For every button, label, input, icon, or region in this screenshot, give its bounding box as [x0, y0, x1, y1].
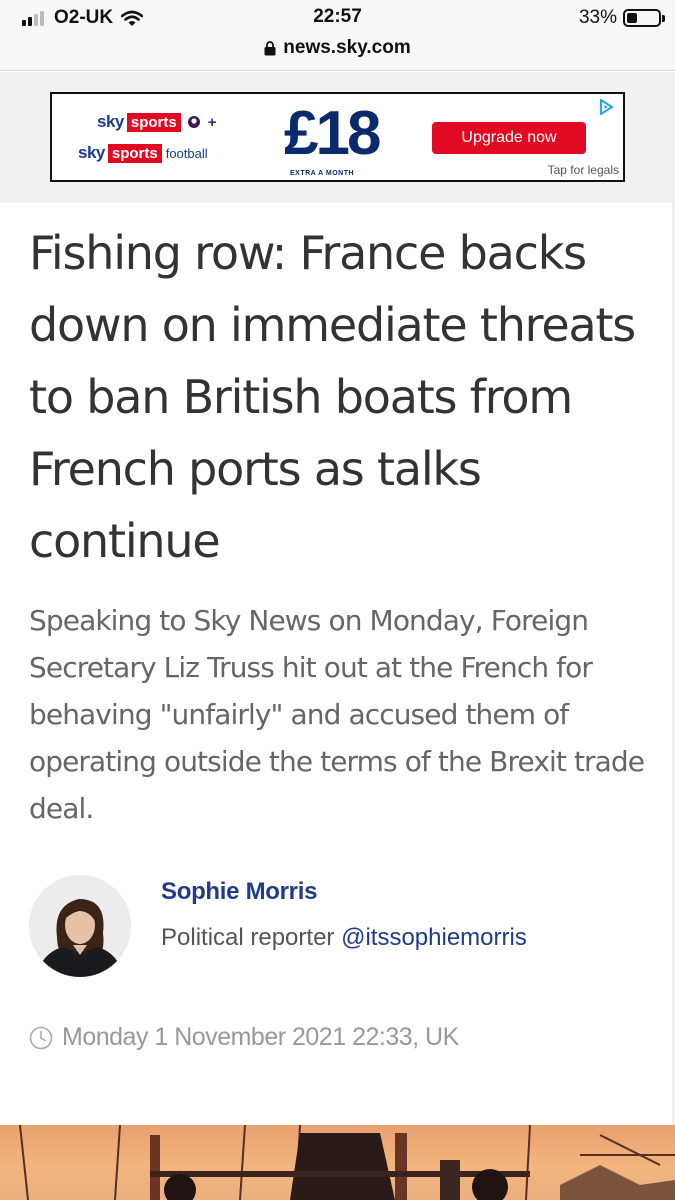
hero-image[interactable]: [0, 1125, 675, 1200]
ad-sports-box: sports: [126, 112, 181, 132]
author-role: Political reporter: [161, 924, 335, 951]
author-role-line: Political reporter @itssophiemorris: [161, 924, 527, 952]
ad-price-note: EXTRA A MONTH: [290, 170, 355, 177]
ad-area: sky sports + sky sports football £18 EXT…: [0, 72, 675, 203]
ad-sports-box-2: sports: [107, 143, 162, 163]
author-byline: Sophie Morris Political reporter @itssop…: [29, 875, 649, 979]
ad-price: £18: [284, 99, 381, 168]
address-bar[interactable]: news.sky.com: [0, 36, 675, 60]
author-photo-icon: [29, 875, 131, 977]
adchoices-icon[interactable]: [597, 98, 615, 116]
browser-chrome: O2-UK 22:57 33% news.sky.com: [0, 0, 675, 71]
battery-percent: 33%: [578, 7, 617, 28]
battery-level-fill: [627, 13, 637, 23]
article: Fishing row: France backs down on immedi…: [0, 203, 675, 1125]
clock-icon: [29, 1026, 53, 1049]
article-standfirst: Speaking to Sky News on Monday, Foreign …: [29, 604, 645, 825]
status-right: 33%: [578, 6, 665, 30]
author-name-link[interactable]: Sophie Morris: [161, 878, 317, 906]
ad-football-word: football: [165, 145, 208, 161]
battery-icon: [623, 9, 665, 27]
upgrade-now-button[interactable]: Upgrade now: [432, 122, 586, 154]
author-avatar[interactable]: [29, 875, 131, 977]
article-date: Monday 1 November 2021 22:33, UK: [62, 1023, 459, 1051]
status-bar: O2-UK 22:57 33%: [0, 0, 675, 36]
battery-cap: [662, 15, 665, 22]
ad-sky-logo-2: sky: [78, 143, 105, 162]
premier-league-lion-icon: [187, 116, 200, 128]
ad-banner[interactable]: sky sports + sky sports football £18 EXT…: [50, 92, 625, 182]
url-text: news.sky.com: [283, 37, 411, 58]
ad-brand-row-1: sky sports +: [97, 112, 216, 132]
article-headline: Fishing row: France backs down on immedi…: [29, 226, 636, 568]
ad-plus: +: [207, 113, 217, 131]
lock-icon: [264, 40, 276, 55]
author-twitter-handle[interactable]: @itssophiemorris: [341, 924, 527, 951]
hero-harbour-photo: [19, 1125, 675, 1200]
status-time: 22:57: [313, 6, 362, 27]
ad-legals-link[interactable]: Tap for legals: [548, 163, 619, 177]
article-dateline: Monday 1 November 2021 22:33, UK: [29, 1023, 459, 1052]
ad-brand-row-2: sky sports football: [78, 143, 208, 163]
ad-sky-logo: sky: [97, 112, 124, 131]
